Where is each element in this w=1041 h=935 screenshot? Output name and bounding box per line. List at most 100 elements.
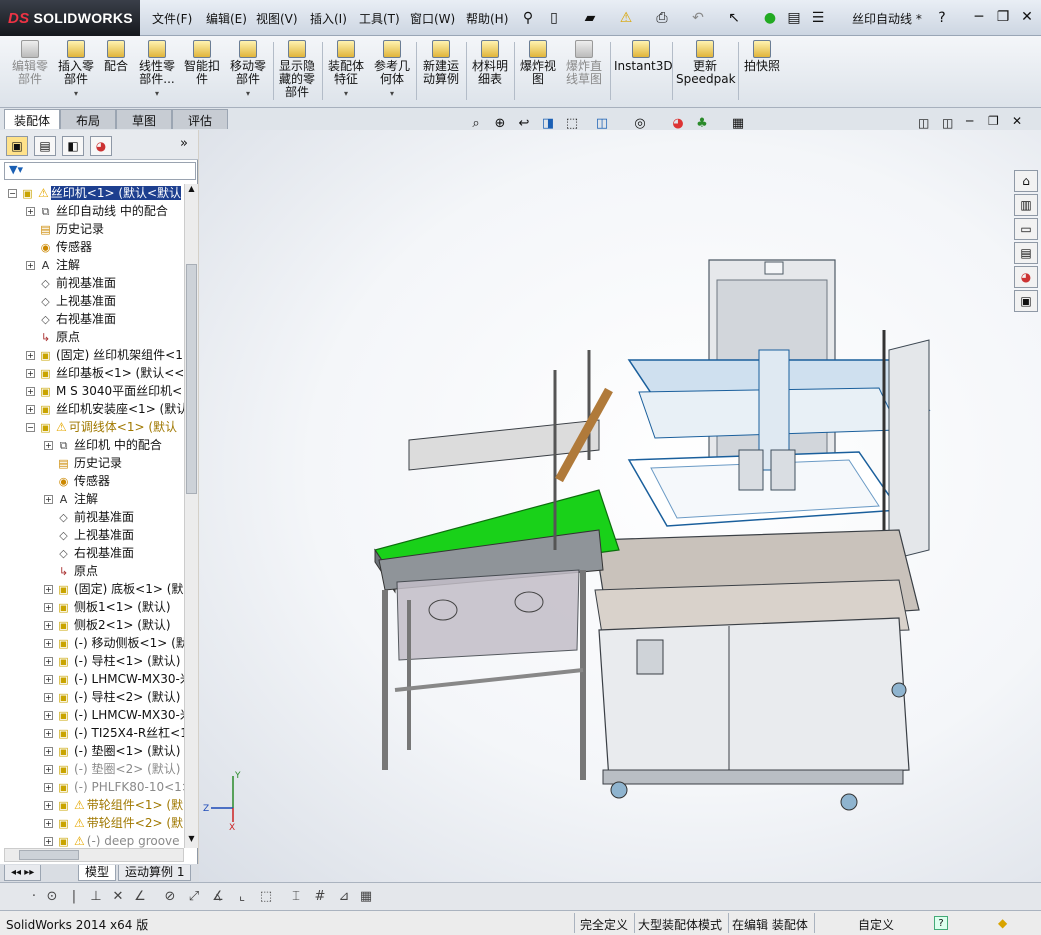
expand-panel-icon[interactable]: » — [180, 136, 188, 151]
viewport-minimize-icon[interactable]: ─ — [966, 114, 973, 128]
feature-tree-filter[interactable]: ▼▾ — [4, 162, 196, 180]
bill-of-materials-button[interactable]: 材料明 细表 — [470, 40, 510, 86]
solidworks-resources-home-icon[interactable]: ⌂ — [1014, 170, 1038, 192]
rectangle-icon[interactable]: ⬚ — [256, 888, 276, 906]
tree-node[interactable]: + ▣ (-) 移动侧板<1> (默 — [44, 634, 184, 652]
expand-toggle-icon[interactable]: + — [26, 261, 35, 270]
options-icon[interactable]: ▤ — [784, 8, 804, 28]
tree-node[interactable]: + ▣ 丝印机安装座<1> (默认 — [26, 400, 184, 418]
tree-vertical-scrollbar[interactable]: ▲ ▼ — [184, 184, 198, 848]
line-icon[interactable]: | — [64, 888, 84, 906]
menu-tools[interactable]: 工具(T) — [359, 10, 400, 27]
tab-nav-arrows-icon[interactable]: ◂◂ ▸▸ — [4, 865, 42, 881]
expand-toggle-icon[interactable]: + — [44, 495, 53, 504]
tree-node[interactable]: + ▣ ⚠ (-) deep groove b — [44, 832, 184, 848]
trim-icon[interactable]: ⊘ — [160, 888, 180, 906]
dimension-icon[interactable]: ⌶ — [286, 888, 306, 906]
expand-toggle-icon[interactable]: + — [26, 387, 35, 396]
undo-icon[interactable]: ↶ — [688, 8, 708, 28]
tree-horizontal-scrollbar[interactable] — [4, 848, 184, 862]
menu-view[interactable]: 视图(V) — [256, 10, 298, 27]
tree-node[interactable]: − ▣ ⚠ 可调线体<1> (默认 — [26, 418, 177, 436]
apply-scene-icon[interactable]: ♣ — [692, 114, 712, 134]
expand-toggle-icon[interactable]: + — [44, 621, 53, 630]
tab-evaluate[interactable]: 评估 — [172, 109, 228, 129]
tree-node[interactable]: ↳ 原点 — [26, 328, 80, 346]
perpendicular-icon[interactable]: ⊥ — [86, 888, 106, 906]
assembly-model-view[interactable] — [199, 130, 1041, 882]
tree-node[interactable]: + ▣ (-) 垫圈<2> (默认) — [44, 760, 180, 778]
offset-icon[interactable]: ⤢ — [184, 888, 204, 906]
expand-toggle-icon[interactable]: + — [44, 585, 53, 594]
tree-node[interactable]: ◉ 传感器 — [26, 238, 92, 256]
tree-node[interactable]: + ▣ ⚠ 带轮组件<2> (默 — [44, 814, 183, 832]
property-manager-tab-icon[interactable]: ▤ — [34, 136, 56, 156]
traffic-light-icon[interactable]: ● — [760, 8, 780, 28]
grid-icon[interactable]: # — [310, 888, 330, 906]
expand-toggle-icon[interactable]: + — [44, 441, 53, 450]
expand-toggle-icon[interactable]: + — [44, 711, 53, 720]
rebuild-warning-icon[interactable]: ⚠ — [616, 8, 636, 28]
tree-node[interactable]: + ▣ (固定) 丝印机架组件<1 — [26, 346, 183, 364]
take-snapshot-button[interactable]: 拍快照 — [742, 40, 782, 73]
angle-dimension-icon[interactable]: ∡ — [208, 888, 228, 906]
tree-node[interactable]: + ▣ ⚠ 带轮组件<1> (默 — [44, 796, 183, 814]
tree-node[interactable]: ▤ 历史记录 — [26, 220, 104, 238]
zoom-to-area-icon[interactable]: ⊕ — [490, 114, 510, 134]
expand-toggle-icon[interactable]: + — [44, 819, 53, 828]
view-palette-icon[interactable]: ▤ — [1014, 242, 1038, 264]
tree-node[interactable]: ◇ 右视基准面 — [26, 310, 116, 328]
expand-toggle-icon[interactable]: + — [44, 801, 53, 810]
tree-node[interactable]: + A 注解 — [26, 256, 80, 274]
viewport-restore-icon[interactable]: ❐ — [988, 114, 999, 128]
tree-node[interactable]: + ⧉ 丝印机 中的配合 — [44, 436, 162, 454]
mate-button[interactable]: 配合 — [100, 40, 132, 73]
tab-motion-study[interactable]: 运动算例 1 — [118, 865, 192, 881]
tree-node[interactable]: ◉ 传感器 — [44, 472, 110, 490]
design-library-icon[interactable]: ▥ — [1014, 194, 1038, 216]
custom-properties-icon[interactable]: ▣ — [1014, 290, 1038, 312]
expand-toggle-icon[interactable]: + — [44, 657, 53, 666]
chevron-down-icon[interactable]: ▾ — [136, 87, 178, 100]
display-manager-tab-icon[interactable]: ◕ — [90, 136, 112, 156]
explode-line-sketch-button[interactable]: 爆炸直 线草图 — [562, 40, 606, 86]
point-icon[interactable]: · — [24, 888, 44, 906]
show-hidden-components-button[interactable]: 显示隐 藏的零 部件 — [276, 40, 318, 99]
select-pointer-icon[interactable]: ↖ — [724, 8, 744, 28]
tree-node[interactable]: ◇ 上视基准面 — [26, 292, 116, 310]
solidworks-logo[interactable]: DS SOLIDWORKS — [0, 0, 140, 36]
menu-window[interactable]: 窗口(W) — [410, 10, 455, 27]
help-icon[interactable]: ? — [932, 8, 952, 28]
tree-node[interactable]: − ▣ ⚠ 丝印机<1> (默认<默认 — [8, 184, 182, 202]
viewport-tile-icon[interactable]: ◫ — [942, 116, 953, 130]
tab-layout[interactable]: 布局 — [60, 109, 116, 129]
tree-node[interactable]: + A 注解 — [44, 490, 98, 508]
edit-component-button[interactable]: 编辑零 部件 — [8, 40, 52, 86]
expand-toggle-icon[interactable]: + — [26, 405, 35, 414]
expand-toggle-icon[interactable]: + — [44, 765, 53, 774]
tree-node[interactable]: + ▣ 丝印基板<1> (默认<<默 — [26, 364, 184, 382]
tree-node[interactable]: + ▣ M S 3040平面丝印机< — [26, 382, 182, 400]
file-explorer-icon[interactable]: ▭ — [1014, 218, 1038, 240]
expand-toggle-icon[interactable]: + — [44, 729, 53, 738]
appearances-scenes-icon[interactable]: ◕ — [1014, 266, 1038, 288]
section-view-icon[interactable]: ◨ — [538, 114, 558, 134]
move-component-button[interactable]: 移动零 部件 ▾ — [228, 40, 268, 100]
expand-toggle-icon[interactable]: + — [44, 837, 53, 846]
linear-pattern-button[interactable]: 线性零 部件... ▾ — [136, 40, 178, 100]
display-style-icon[interactable]: ◫ — [592, 114, 612, 134]
expand-toggle-icon[interactable]: + — [26, 207, 35, 216]
expand-toggle-icon[interactable]: − — [26, 423, 35, 432]
tree-node[interactable]: + ▣ 侧板1<1> (默认) — [44, 598, 171, 616]
instant3d-button[interactable]: Instant3D — [614, 40, 673, 73]
corner-icon[interactable]: ⌞ — [232, 888, 252, 906]
expand-toggle-icon[interactable]: + — [44, 675, 53, 684]
tree-node[interactable]: ◇ 右视基准面 — [44, 544, 134, 562]
cross-icon[interactable]: ✕ — [108, 888, 128, 906]
scroll-thumb[interactable] — [186, 264, 197, 494]
expand-toggle-icon[interactable]: + — [26, 351, 35, 360]
tree-node[interactable]: ◇ 前视基准面 — [44, 508, 134, 526]
tab-model[interactable]: 模型 — [78, 865, 117, 881]
graphics-area[interactable]: Y Z X — [199, 130, 1041, 882]
expand-toggle-icon[interactable]: + — [26, 369, 35, 378]
